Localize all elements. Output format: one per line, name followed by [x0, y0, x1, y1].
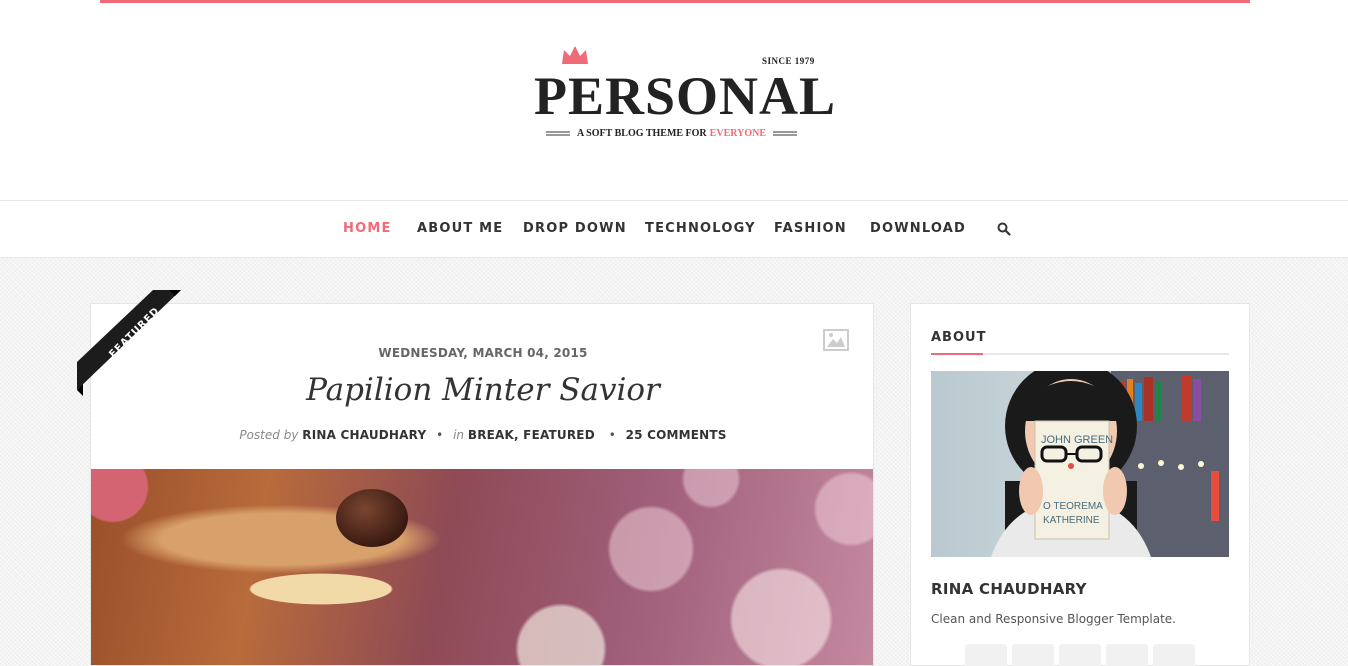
comments-link[interactable]: 25 COMMENTS [626, 428, 727, 442]
top-accent-bar [100, 0, 1250, 3]
social-button-5[interactable] [1153, 644, 1195, 666]
crown-icon [562, 46, 588, 64]
post-featured-image[interactable] [91, 469, 873, 665]
svg-text:JOHN GREEN: JOHN GREEN [1041, 434, 1113, 446]
tagline-accent: EVERYONE [709, 128, 766, 139]
nav-item-about-me[interactable]: ABOUT ME [417, 221, 503, 236]
nav-item-download[interactable]: DOWNLOAD [870, 221, 966, 236]
sidebar: ABOUT JOHN GREEN O TEOREMA KATHERINE RIN… [910, 303, 1250, 666]
site-header: SINCE 1979 PERSONAL A SOFT BLOG THEME FO… [0, 0, 1348, 200]
post-title[interactable]: Papilion Minter Savior [91, 372, 873, 408]
nav-item-home[interactable]: HOME [343, 221, 392, 236]
category-link-featured[interactable]: FEATURED [523, 428, 595, 442]
in-label: in [453, 428, 465, 442]
social-button-2[interactable] [1012, 644, 1054, 666]
tagline-text: A SOFT BLOG THEME FOR [577, 128, 707, 139]
nav-item-drop-down[interactable]: DROP DOWN [523, 221, 627, 236]
social-button-3[interactable] [1059, 644, 1101, 666]
about-photo: JOHN GREEN O TEOREMA KATHERINE [931, 371, 1229, 557]
about-photo-art: JOHN GREEN O TEOREMA KATHERINE [991, 371, 1229, 557]
tagline: A SOFT BLOG THEME FOR EVERYONE [546, 128, 797, 139]
featured-ribbon: FEATURED [77, 290, 181, 396]
widget-title-about: ABOUT [931, 330, 987, 345]
about-description: Clean and Responsive Blogger Template. [931, 612, 1176, 626]
widget-divider-accent [931, 353, 983, 355]
about-author-name: RINA CHAUDHARY [931, 580, 1087, 598]
nav-item-fashion[interactable]: FASHION [774, 221, 847, 236]
svg-text:O TEOREMA: O TEOREMA [1043, 501, 1103, 512]
site-logo[interactable]: SINCE 1979 PERSONAL A SOFT BLOG THEME FO… [530, 40, 835, 150]
search-icon[interactable] [997, 222, 1011, 236]
main-nav: HOME ABOUT ME DROP DOWN TECHNOLOGY FASHI… [0, 200, 1348, 258]
social-button-1[interactable] [965, 644, 1007, 666]
post-meta: Posted by RINA CHAUDHARY • in BREAK, FEA… [239, 428, 727, 442]
post-author-link[interactable]: RINA CHAUDHARY [302, 428, 426, 442]
teddy-bear-nose [336, 489, 408, 547]
posted-by-label: Posted by [239, 428, 299, 442]
social-button-4[interactable] [1106, 644, 1148, 666]
category-link-break[interactable]: BREAK [468, 428, 514, 442]
since-label: SINCE 1979 [762, 56, 815, 66]
nav-item-technology[interactable]: TECHNOLOGY [645, 221, 756, 236]
logo-title: PERSONAL [534, 66, 837, 126]
featured-post-card: WEDNESDAY, MARCH 04, 2015 Papilion Minte… [90, 303, 874, 666]
svg-text:KATHERINE: KATHERINE [1043, 515, 1100, 526]
post-date: WEDNESDAY, MARCH 04, 2015 [378, 346, 588, 360]
